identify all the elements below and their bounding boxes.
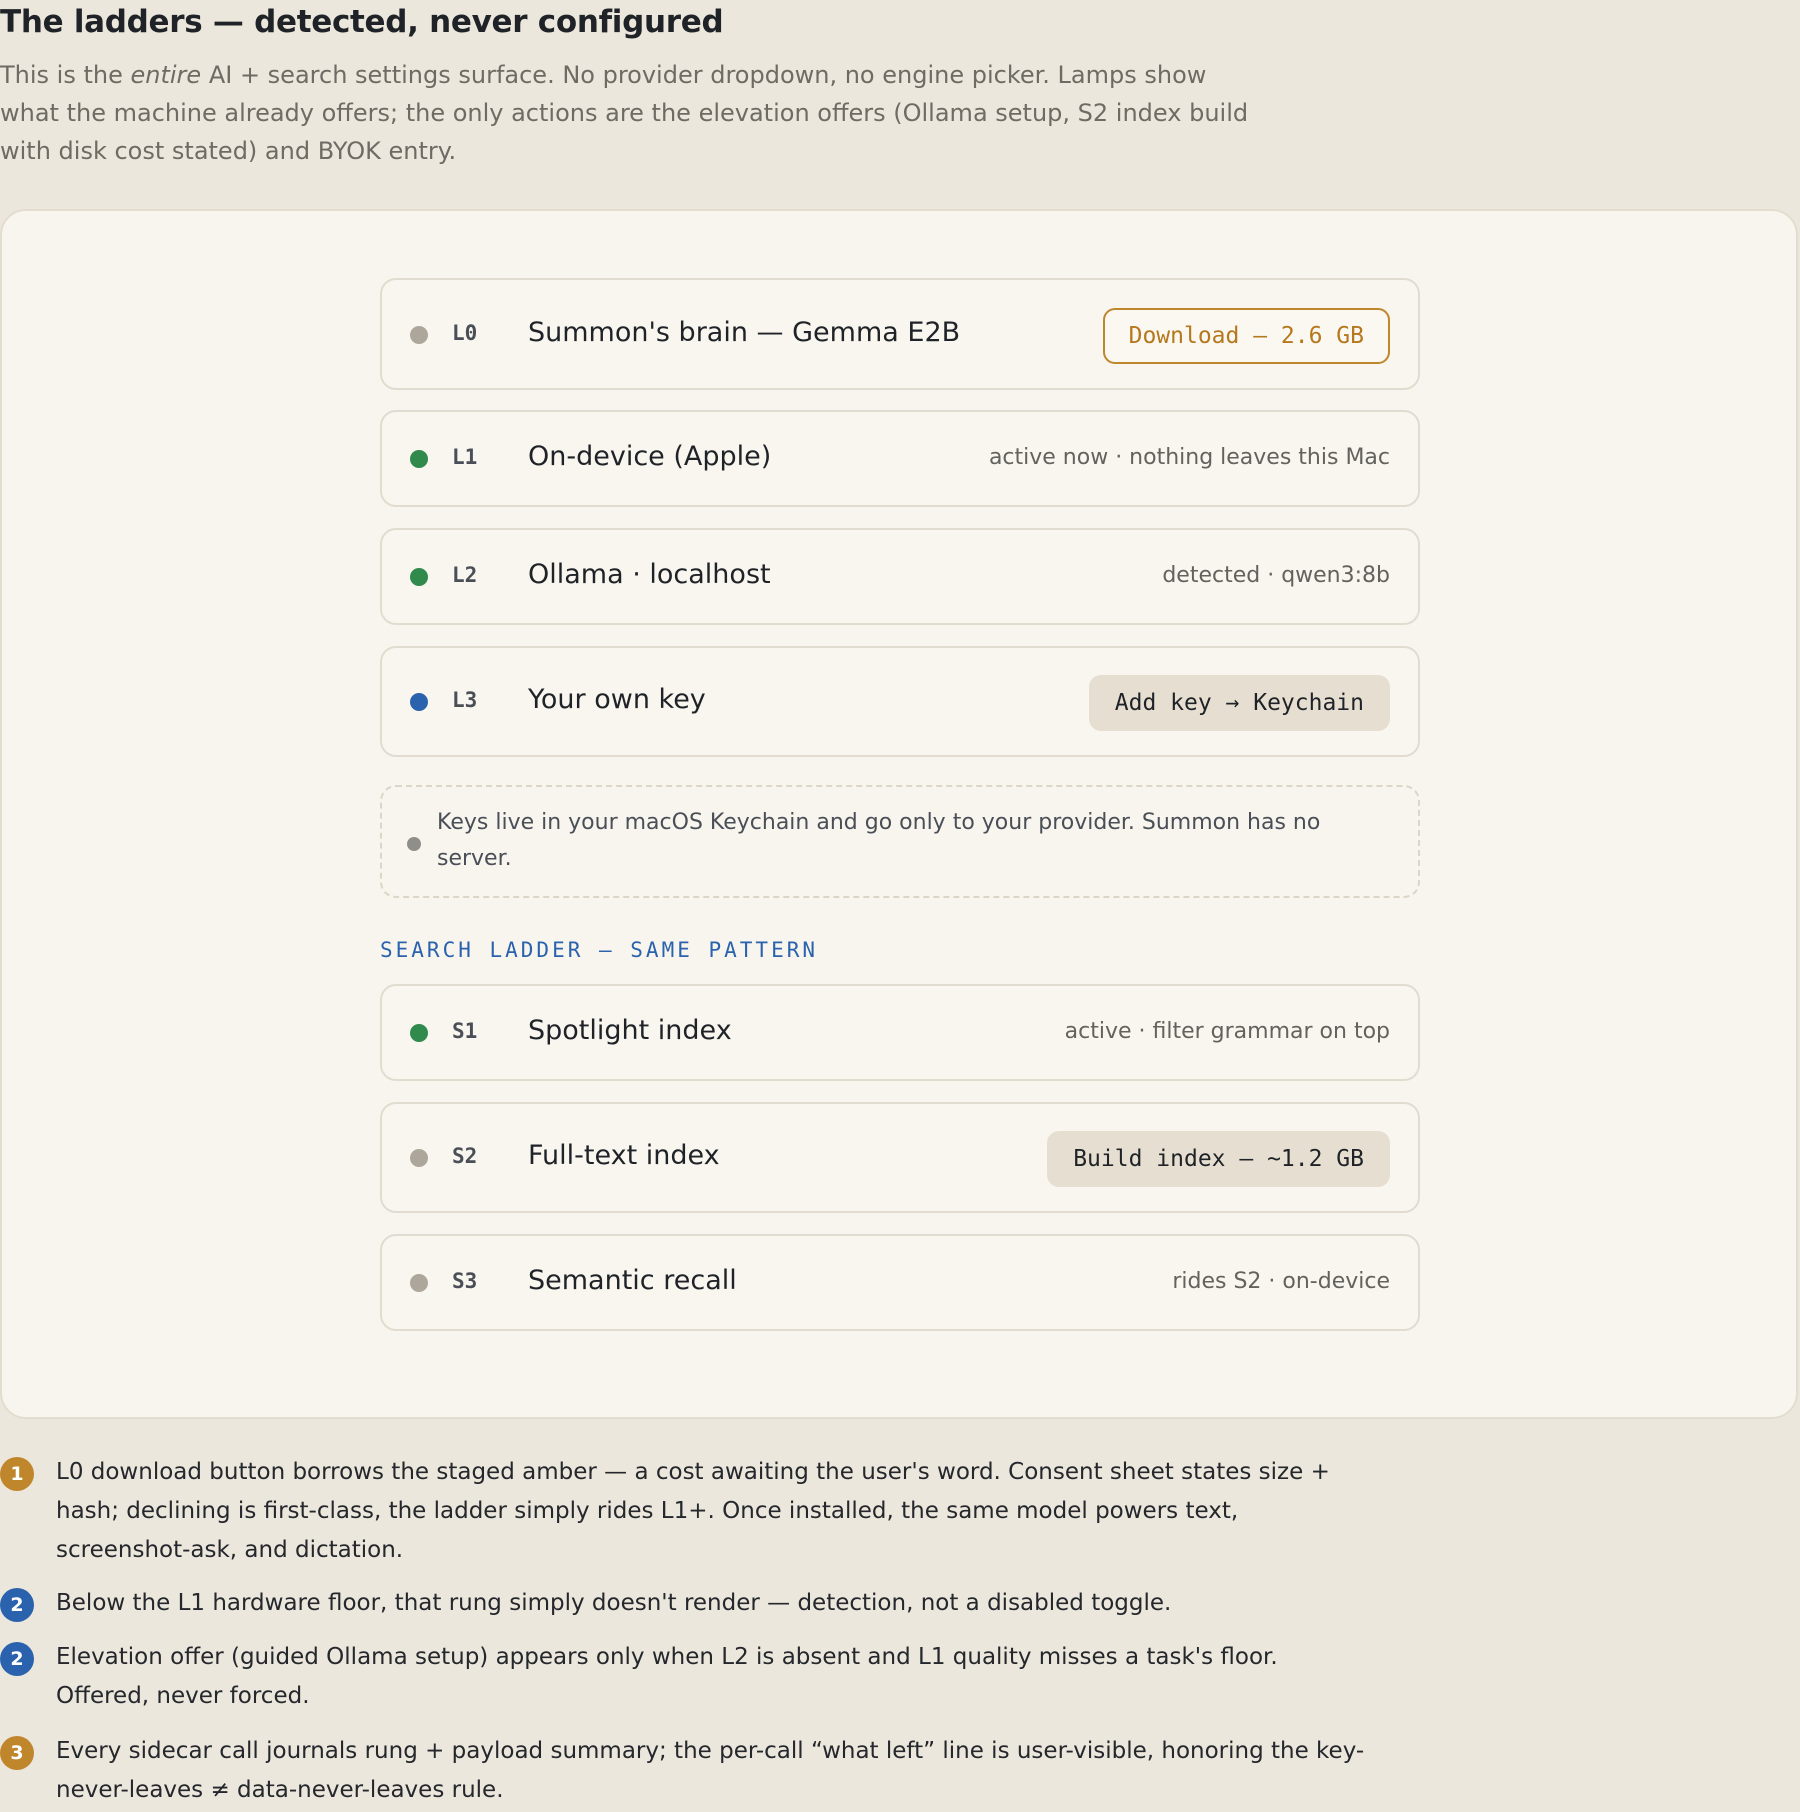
rung-code: S3 [452, 1269, 478, 1293]
intro-text-start: This is the [0, 61, 131, 89]
lamp-icon [410, 326, 428, 344]
footnote-number-badge: 1 [0, 1457, 34, 1491]
info-dot-icon [407, 837, 421, 851]
rung-s3: S3 Semantic recall rides S2 · on-device [380, 1234, 1420, 1331]
rung-name: Semantic recall [528, 1265, 737, 1296]
rung-l0: L0 Summon's brain — Gemma E2B Download —… [380, 278, 1420, 390]
rung-l3: L3 Your own key Add key → Keychain [380, 646, 1420, 757]
rung-l2: L2 Ollama · localhost detected · qwen3:8… [380, 528, 1420, 625]
footnote-number-badge: 3 [0, 1736, 34, 1770]
footnote-text: Below the L1 hardware floor, that rung s… [56, 1590, 1172, 1616]
rung-status: rides S2 · on-device [1172, 1269, 1390, 1294]
keychain-note: Keys live in your macOS Keychain and go … [380, 785, 1420, 898]
download-model-button[interactable]: Download — 2.6 GB [1102, 308, 1390, 364]
rung-name: Your own key [528, 684, 706, 715]
rung-name: Summon's brain — Gemma E2B [528, 317, 961, 348]
footnote-text: L0 download button borrows the staged am… [56, 1459, 1330, 1563]
rung-status: active · filter grammar on top [1064, 1019, 1390, 1044]
add-key-button[interactable]: Add key → Keychain [1088, 675, 1390, 731]
rung-name: Ollama · localhost [528, 559, 771, 590]
lamp-icon [410, 1274, 428, 1292]
lamp-icon [410, 1149, 428, 1167]
build-index-button[interactable]: Build index — ~1.2 GB [1047, 1131, 1390, 1187]
footnote-number-badge: 2 [0, 1588, 34, 1622]
search-ladder-label: SEARCH LADDER — SAME PATTERN [380, 938, 819, 962]
intro-paragraph: This is the entire AI + search settings … [0, 56, 1260, 170]
rung-l1: L1 On-device (Apple) active now · nothin… [380, 410, 1420, 507]
lamp-icon [410, 693, 428, 711]
footnote-text: Elevation offer (guided Ollama setup) ap… [56, 1644, 1278, 1709]
intro-emphasis: entire [130, 61, 202, 89]
lamp-icon [410, 568, 428, 586]
rung-status: detected · qwen3:8b [1162, 563, 1390, 588]
rung-code: S1 [452, 1019, 478, 1043]
rung-code: L0 [452, 321, 478, 345]
footnote-text: Every sidecar call journals rung + paylo… [56, 1738, 1365, 1803]
rung-code: L3 [452, 688, 478, 712]
page-title: The ladders — detected, never configured [0, 4, 724, 40]
keychain-note-text: Keys live in your macOS Keychain and go … [437, 810, 1321, 871]
rung-code: L1 [452, 445, 478, 469]
rung-status: active now · nothing leaves this Mac [988, 445, 1390, 470]
lamp-icon [410, 450, 428, 468]
rung-code: L2 [452, 563, 478, 587]
rung-code: S2 [452, 1144, 478, 1168]
rung-name: Full-text index [528, 1140, 720, 1171]
lamp-icon [410, 1024, 428, 1042]
footnote-number-badge: 2 [0, 1642, 34, 1676]
rung-s2: S2 Full-text index Build index — ~1.2 GB [380, 1102, 1420, 1213]
rung-name: Spotlight index [528, 1015, 732, 1046]
rung-name: On-device (Apple) [528, 441, 772, 472]
rung-s1: S1 Spotlight index active · filter gramm… [380, 984, 1420, 1081]
